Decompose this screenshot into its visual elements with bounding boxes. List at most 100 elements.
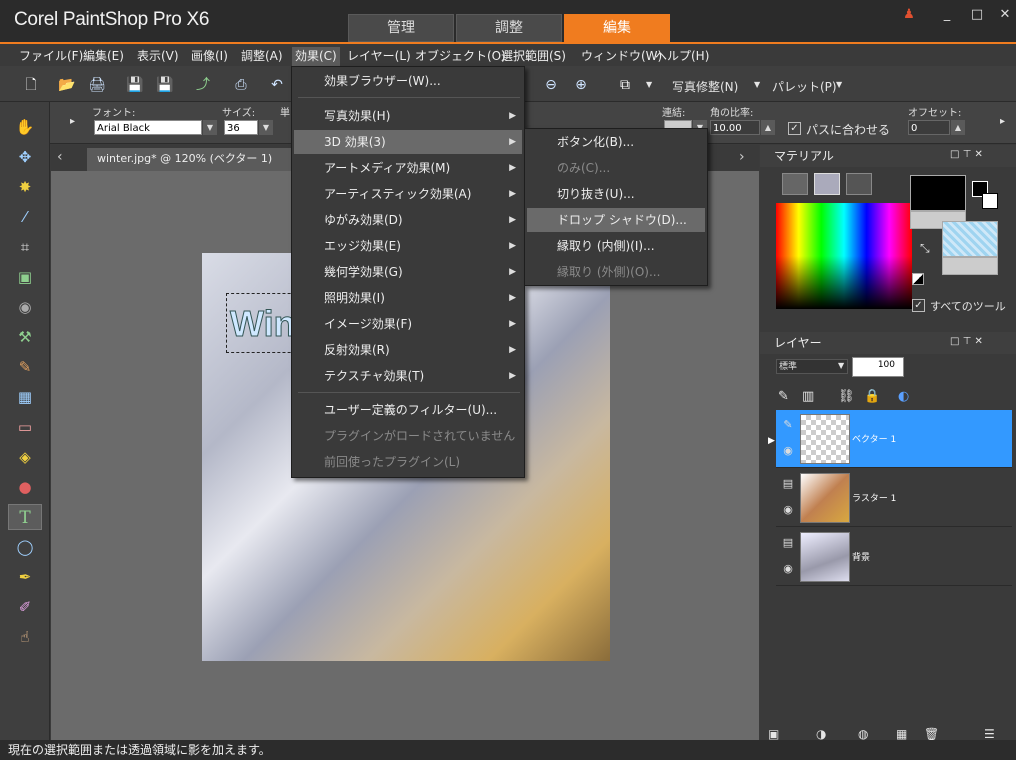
menu-view[interactable]: 表示(V)	[134, 47, 182, 67]
opacity-input[interactable]: 100	[852, 357, 904, 377]
font-select[interactable]: Arial Black	[94, 120, 202, 135]
palette-button[interactable]: パレット(P)	[772, 78, 837, 95]
frame-tab-icon[interactable]	[782, 173, 808, 195]
save-as-icon[interactable]: 💾	[154, 74, 176, 96]
share-icon[interactable]: ⤴	[192, 74, 214, 96]
layer-row[interactable]: ▤ ◉ 背景	[776, 528, 1012, 586]
menu-item-effect-browser[interactable]: 効果ブラウザー(W)...	[294, 69, 522, 93]
warp-brush-icon[interactable]: ✐	[8, 594, 42, 620]
fit-path-checkbox[interactable]: ✓	[788, 122, 801, 135]
mask-layer-icon[interactable]: ▥	[802, 389, 814, 404]
menu-item-distortion[interactable]: ゆがみ効果(D) ▶	[294, 208, 522, 232]
menu-selections[interactable]: 選択範囲(S)	[498, 47, 569, 67]
delete-layer-icon[interactable]: 🗑	[924, 727, 939, 741]
color-spectrum[interactable]	[776, 203, 912, 309]
menu-item-cutout[interactable]: 切り抜き(U)...	[527, 182, 705, 206]
menu-item-buttonize[interactable]: ボタン化(B)...	[527, 130, 705, 154]
menu-item-illumination[interactable]: 照明効果(I) ▶	[294, 286, 522, 310]
fill-icon[interactable]: ◈	[8, 444, 42, 470]
save-icon[interactable]: 💾	[124, 74, 146, 96]
menu-help[interactable]: ヘルプ(H)	[652, 47, 712, 67]
swatches-tab-icon[interactable]	[846, 173, 872, 195]
tab-scroll-right-icon[interactable]: ›	[739, 149, 745, 165]
photo-fix-dropdown-icon[interactable]: ▼	[754, 80, 760, 89]
tab-adjust[interactable]: 調整	[456, 14, 562, 42]
swap-colors-icon[interactable]: ⤡	[920, 241, 930, 256]
layer-style-icon[interactable]: ◐	[898, 389, 909, 404]
eraser-icon[interactable]: ▭	[8, 414, 42, 440]
user-icon[interactable]: ♟	[898, 6, 920, 24]
menu-image[interactable]: 画像(I)	[188, 47, 231, 67]
pan-tool-icon[interactable]: ✋	[8, 114, 42, 140]
tab-manage[interactable]: 管理	[348, 14, 454, 42]
photo-fix-button[interactable]: 写真修整(N)	[672, 78, 738, 95]
layer-properties-icon[interactable]: ☰	[984, 727, 995, 741]
zoom-out-icon[interactable]: ⊖	[540, 74, 562, 96]
red-eye-icon[interactable]: ◉	[8, 294, 42, 320]
menu-effects[interactable]: 効果(C)	[292, 47, 340, 67]
clone-icon[interactable]: ▦	[8, 384, 42, 410]
offset-input[interactable]: 0	[908, 120, 950, 135]
new-layer-icon[interactable]: ✎	[778, 389, 789, 404]
crop-tool-icon[interactable]: ⌗	[8, 234, 42, 260]
menu-edit[interactable]: 編集(E)	[80, 47, 127, 67]
visibility-eye-icon[interactable]: ◉	[780, 503, 796, 519]
layer-mask-icon[interactable]: ◍	[858, 727, 868, 741]
zoom-in-icon[interactable]: ⊕	[570, 74, 592, 96]
all-tools-checkbox[interactable]: ✓	[912, 299, 925, 312]
menu-item-art-media[interactable]: アートメディア効果(M) ▶	[294, 156, 522, 180]
document-tab[interactable]: winter.jpg* @ 120% (ベクター 1)	[87, 148, 317, 171]
text-tool-icon[interactable]: T	[8, 504, 42, 530]
pen-tool-icon[interactable]: ✒	[8, 564, 42, 590]
menu-item-geometric[interactable]: 幾何学効果(G) ▶	[294, 260, 522, 284]
angle-spinner-icon[interactable]: ▲	[761, 120, 775, 135]
menu-item-user-defined[interactable]: ユーザー定義のフィルター(U)...	[294, 398, 522, 422]
visibility-eye-icon[interactable]: ◉	[780, 444, 796, 460]
visibility-eye-icon[interactable]: ◉	[780, 562, 796, 578]
open-folder-icon[interactable]: 📂	[56, 74, 78, 96]
menu-item-image-effects[interactable]: イメージ効果(F) ▶	[294, 312, 522, 336]
retouch-icon[interactable]: ⚒	[8, 324, 42, 350]
menu-file[interactable]: ファイル(F)	[16, 47, 86, 67]
options-expand-icon[interactable]: ▸	[1000, 116, 1005, 127]
menu-item-reflection[interactable]: 反射効果(R) ▶	[294, 338, 522, 362]
menu-item-texture[interactable]: テクスチャ効果(T) ▶	[294, 364, 522, 388]
menu-adjust[interactable]: 調整(A)	[238, 47, 286, 67]
copy-dropdown-icon[interactable]: ▼	[646, 80, 652, 89]
minimize-button[interactable]: _	[936, 6, 958, 24]
size-dropdown-icon[interactable]: ▼	[259, 120, 273, 135]
lock-icon[interactable]: 🔒	[864, 389, 880, 404]
new-file-icon[interactable]: 🗋	[20, 74, 42, 96]
copy-icon[interactable]: ⧉	[614, 74, 636, 96]
background-style-icons[interactable]	[942, 257, 998, 275]
menu-objects[interactable]: オブジェクト(O)	[412, 47, 509, 67]
move-tool-icon[interactable]: ✥	[8, 144, 42, 170]
menu-item-inner-bevel[interactable]: 縁取り (内側)(I)...	[527, 234, 705, 258]
offset-spinner-icon[interactable]: ▲	[951, 120, 965, 135]
blend-mode-dropdown-icon[interactable]: ▼	[838, 361, 844, 370]
layer-row[interactable]: ▤ ◉ ラスター 1	[776, 469, 1012, 527]
rainbow-tab-icon[interactable]	[814, 173, 840, 195]
menu-item-photo-effects[interactable]: 写真効果(H) ▶	[294, 104, 522, 128]
menu-item-edge[interactable]: エッジ効果(E) ▶	[294, 234, 522, 258]
undo-icon[interactable]: ↶	[266, 74, 288, 96]
menu-item-artistic[interactable]: アーティスティック効果(A) ▶	[294, 182, 522, 206]
print-icon[interactable]: ⎙	[230, 74, 252, 96]
layers-window-controls[interactable]: □ ⊤ ✕	[950, 336, 983, 347]
tab-scroll-left-icon[interactable]: ‹	[57, 149, 63, 165]
dropper-icon[interactable]: ⁄	[8, 204, 42, 230]
background-swatch[interactable]	[942, 221, 998, 257]
tab-edit[interactable]: 編集	[564, 14, 670, 42]
paint-brush-icon[interactable]: ✎	[8, 354, 42, 380]
layer-new-raster-icon[interactable]: ▣	[768, 727, 779, 741]
layer-adjust-icon[interactable]: ◑	[816, 727, 826, 741]
shape-tool-icon[interactable]: ◯	[8, 534, 42, 560]
materials-window-controls[interactable]: □ ⊤ ✕	[950, 149, 983, 160]
bg-small-swatch[interactable]	[982, 193, 998, 209]
magic-wand-icon[interactable]: ✸	[8, 174, 42, 200]
options-collapse-icon[interactable]: ▸	[70, 116, 75, 127]
size-input[interactable]: 36	[224, 120, 258, 135]
link-layers-icon[interactable]: ⛓	[838, 389, 855, 404]
menu-layers[interactable]: レイヤー(L)	[344, 47, 414, 67]
layer-group-icon[interactable]: ▦	[896, 727, 907, 741]
